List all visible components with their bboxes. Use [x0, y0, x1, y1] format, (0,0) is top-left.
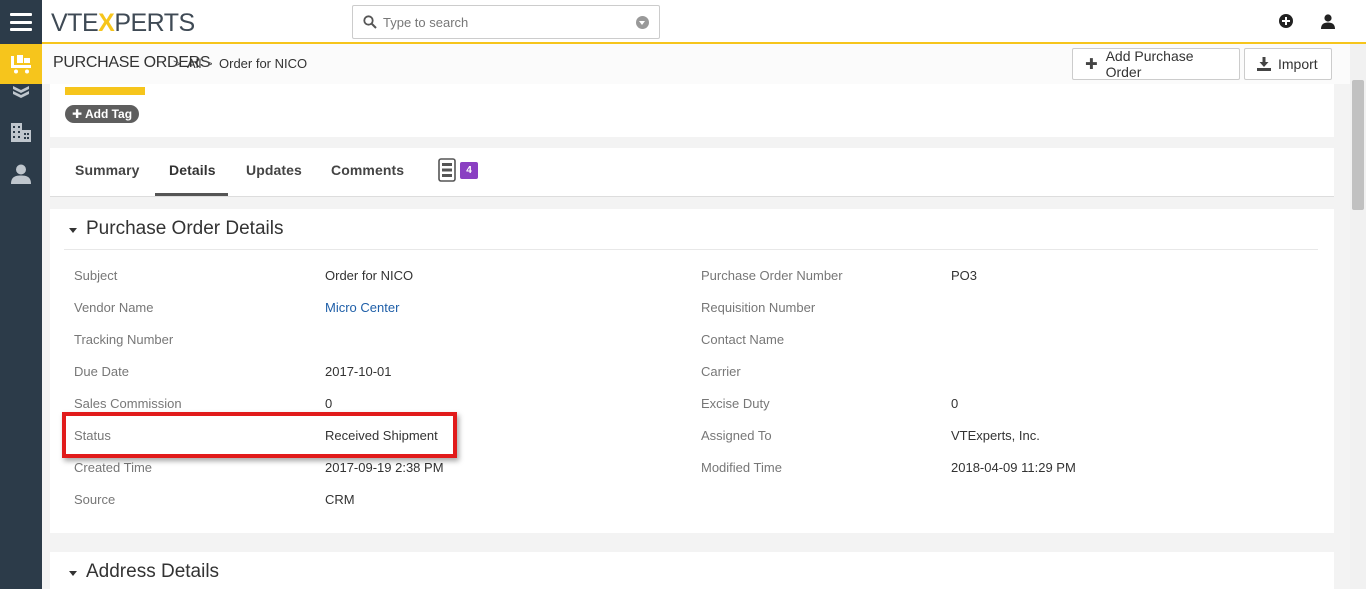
field-label-assigned-to: Assigned To — [701, 428, 772, 443]
import-button[interactable]: Import — [1244, 48, 1332, 80]
field-value-vendor-name-link[interactable]: Micro Center — [325, 300, 399, 315]
search-placeholder: Type to search — [383, 15, 469, 30]
field-label-contact-name: Contact Name — [701, 332, 785, 347]
field-label-requisition-number: Requisition Number — [701, 300, 816, 315]
related-list-icon[interactable] — [438, 158, 456, 182]
section-title[interactable]: Purchase Order Details — [86, 218, 283, 240]
field-label-excise-duty: Excise Duty — [701, 396, 770, 411]
purchase-order-details-block: Purchase Order Details Subject Order for… — [50, 209, 1334, 533]
collapse-caret-icon[interactable] — [69, 571, 77, 576]
quick-create-plus-icon[interactable] — [1279, 14, 1293, 28]
field-value-modified-time: 2018-04-09 11:29 PM — [951, 460, 1076, 475]
sidebar-item-contacts[interactable] — [0, 154, 42, 194]
module-header: PURCHASE ORDERS > All > Order for NICO ✚… — [42, 44, 1350, 84]
page-scrollbar[interactable] — [1350, 44, 1366, 589]
field-value-created-time: 2017-09-19 2:38 PM — [325, 460, 444, 475]
layers-icon — [13, 86, 29, 98]
sidebar-item-projects[interactable] — [0, 84, 42, 100]
field-value-excise-duty[interactable]: 0 — [951, 396, 958, 411]
field-label-carrier: Carrier — [701, 364, 741, 379]
field-label-subject: Subject — [74, 268, 118, 283]
search-options-chevron-icon[interactable] — [636, 16, 649, 29]
field-label-vendor-name: Vendor Name — [74, 300, 154, 315]
field-label-tracking-number: Tracking Number — [74, 332, 174, 347]
field-label-sales-commission: Sales Commission — [74, 396, 182, 411]
address-details-block: Address Details — [50, 552, 1334, 589]
field-label-modified-time: Modified Time — [701, 460, 782, 475]
menu-toggle-button[interactable] — [0, 0, 42, 44]
tab-updates[interactable]: Updates — [246, 162, 302, 178]
hamburger-icon — [10, 13, 32, 31]
add-tag-button[interactable]: ✚ Add Tag — [65, 105, 140, 123]
top-bar: VTEXPERTS Type to search — [42, 0, 1366, 44]
user-menu-icon[interactable] — [1321, 14, 1335, 29]
building-icon — [11, 123, 31, 142]
record-tabs: Summary Details Updates Comments 4 — [50, 148, 1334, 197]
breadcrumb-separator: > — [205, 56, 213, 71]
field-label-created-time: Created Time — [74, 460, 153, 475]
tag-card: ✚ Add Tag — [50, 84, 1334, 137]
breadcrumb-record: Order for NICO — [219, 56, 308, 71]
tab-summary[interactable]: Summary — [75, 162, 140, 178]
search-icon — [363, 15, 377, 29]
field-value-sales-commission[interactable]: 0 — [325, 396, 332, 411]
left-sidebar — [0, 0, 42, 589]
vtexperts-logo[interactable]: VTEXPERTS — [51, 9, 195, 38]
status-highlight-box — [62, 412, 457, 458]
scrollbar-thumb[interactable] — [1352, 80, 1364, 210]
cart-icon — [11, 55, 31, 74]
field-value-due-date[interactable]: 2017-10-01 — [325, 364, 392, 379]
field-value-subject[interactable]: Order for NICO — [325, 268, 413, 283]
tab-details[interactable]: Details — [169, 162, 216, 178]
add-purchase-order-button[interactable]: ✚ Add Purchase Order — [1072, 48, 1240, 80]
sidebar-item-inventory[interactable] — [0, 44, 42, 84]
field-label-source: Source — [74, 492, 116, 507]
field-value-purchase-order-number: PO3 — [951, 268, 978, 283]
plus-icon: ✚ — [72, 107, 83, 121]
section-title[interactable]: Address Details — [86, 561, 219, 583]
active-tab-indicator — [155, 193, 228, 196]
breadcrumb-filter[interactable]: All — [187, 56, 201, 71]
field-value-assigned-to[interactable]: VTExperts, Inc. — [951, 428, 1040, 443]
accent-bar — [65, 87, 145, 95]
section-divider — [64, 249, 1318, 250]
field-label-purchase-order-number: Purchase Order Number — [701, 268, 843, 283]
person-icon — [11, 164, 31, 184]
field-value-source: CRM — [325, 492, 355, 507]
global-search-input[interactable]: Type to search — [352, 5, 660, 39]
download-icon — [1257, 57, 1271, 71]
plus-icon: ✚ — [1085, 56, 1098, 73]
collapse-caret-icon[interactable] — [69, 228, 77, 233]
field-label-due-date: Due Date — [74, 364, 129, 379]
sidebar-item-organizations[interactable] — [0, 112, 42, 152]
tab-comments[interactable]: Comments — [331, 162, 404, 178]
related-count-badge: 4 — [460, 162, 478, 179]
breadcrumb-separator: > — [173, 56, 181, 71]
